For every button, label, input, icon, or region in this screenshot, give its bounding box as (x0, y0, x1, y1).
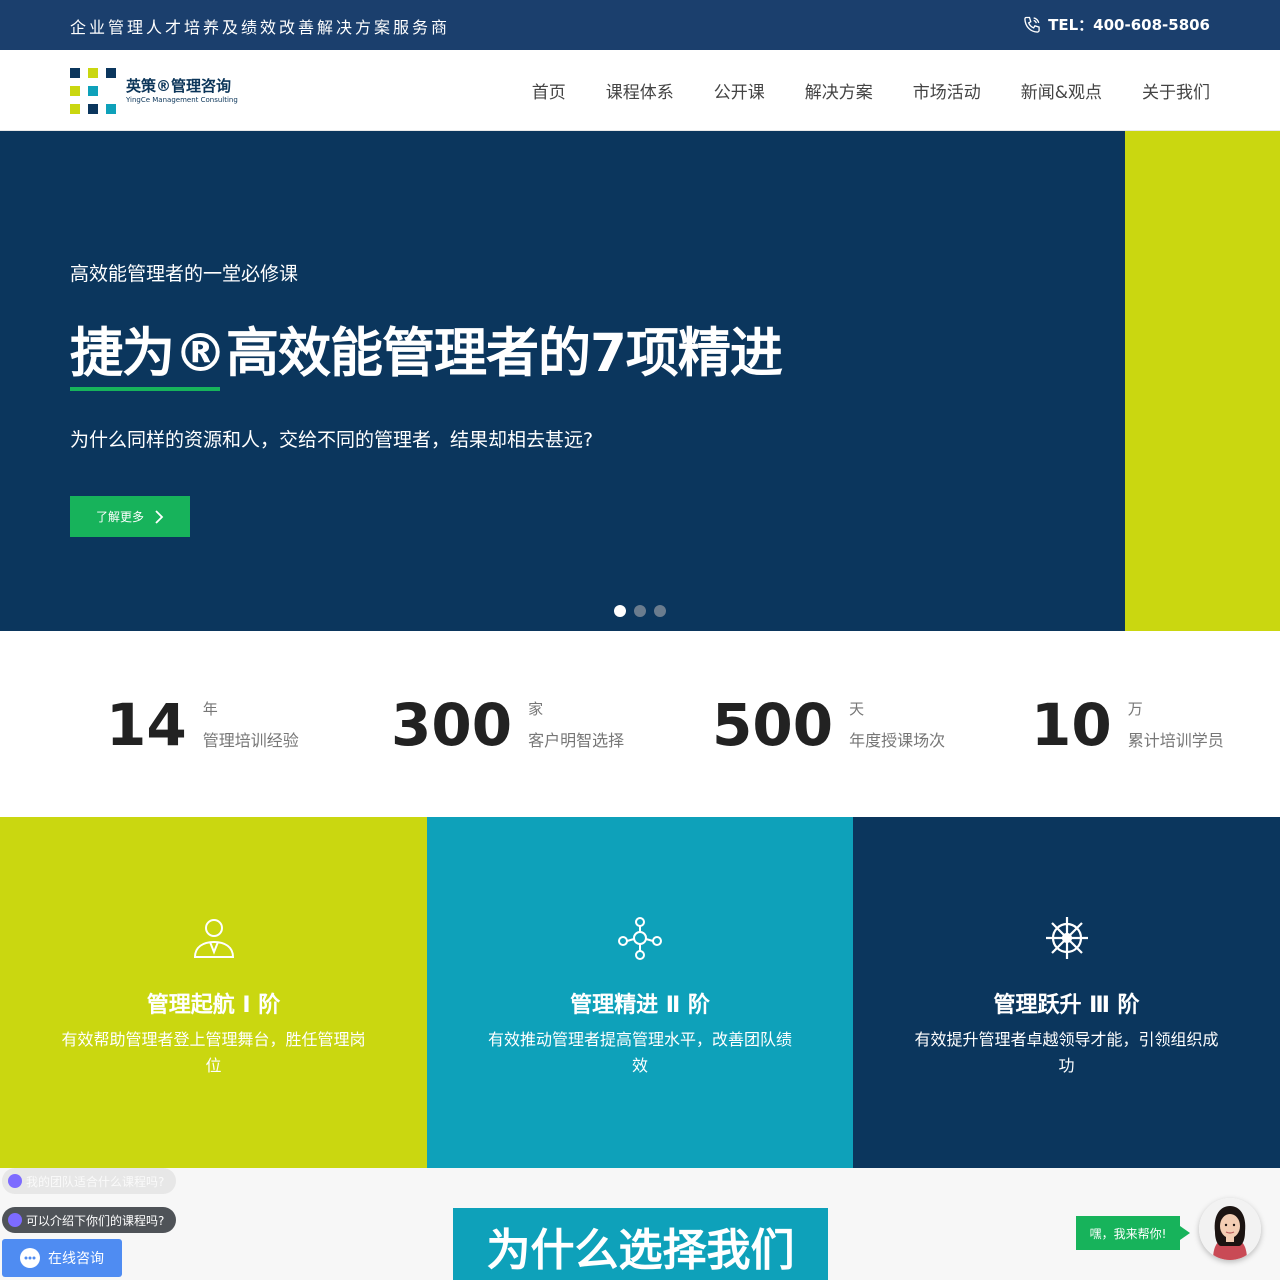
tier-card-3[interactable]: 管理跃升 Ⅲ 阶 有效提升管理者卓越领导才能，引领组织成功 (853, 817, 1280, 1168)
site-logo[interactable]: 英策®管理咨询 YingCe Management Consulting (70, 68, 250, 114)
stat-unit: 年 (202, 700, 218, 718)
stat-item: 500 天 年度授课场次 (712, 693, 945, 757)
slogan: 企业管理人才培养及绩效改善解决方案服务商 (70, 18, 451, 37)
tier-description: 有效帮助管理者登上管理舞台，胜任管理岗位 (61, 1030, 366, 1075)
team-icon (618, 917, 662, 960)
stat-number: 14 (106, 691, 187, 759)
online-consult-button[interactable]: 在线咨询 (2, 1239, 122, 1277)
tier-card-1[interactable]: 管理起航 Ⅰ 阶 有效帮助管理者登上管理舞台，胜任管理岗位 (0, 817, 427, 1168)
stat-number: 10 (1031, 691, 1112, 759)
logo-name-cn: 英策®管理咨询 (126, 77, 232, 95)
stat-unit: 家 (528, 700, 544, 718)
chat-suggestion-text: 我的团队适合什么课程吗? (26, 1174, 165, 1189)
nav-about[interactable]: 关于我们 (1142, 78, 1210, 103)
stat-unit: 天 (849, 700, 865, 718)
nav-events[interactable]: 市场活动 (913, 78, 981, 103)
assistant-avatar[interactable] (1199, 1198, 1261, 1260)
logo-mark-icon (70, 68, 116, 114)
learn-more-label: 了解更多 (95, 510, 144, 524)
nav-solutions[interactable]: 解决方案 (805, 78, 873, 103)
hero-title-underline (70, 387, 220, 391)
nav-courses[interactable]: 课程体系 (606, 78, 674, 103)
hero-kicker: 高效能管理者的一堂必修课 (70, 263, 299, 285)
chat-suggestion[interactable]: 我的团队适合什么课程吗? (2, 1168, 177, 1194)
nav-news[interactable]: 新闻&观点 (1021, 78, 1102, 103)
hero-accent-bar (1125, 131, 1280, 631)
top-bar: 企业管理人才培养及绩效改善解决方案服务商 TEL：400-608-5806 (0, 0, 1280, 50)
tier-title: 管理起航 Ⅰ 阶 (146, 993, 281, 1018)
stat-number: 300 (391, 691, 513, 759)
chat-icon (20, 1248, 40, 1268)
main-nav: 首页 课程体系 公开课 解决方案 市场活动 新闻&观点 关于我们 (532, 78, 1210, 103)
stat-number: 500 (712, 691, 834, 759)
tier-title: 管理跃升 Ⅲ 阶 (993, 993, 1140, 1018)
nav-home[interactable]: 首页 (532, 78, 566, 103)
helm-icon (1045, 917, 1088, 959)
carousel-dot[interactable] (634, 605, 646, 617)
online-consult-label: 在线咨询 (48, 1250, 104, 1266)
nav-public-courses[interactable]: 公开课 (714, 78, 765, 103)
site-header: 英策®管理咨询 YingCe Management Consulting 首页 … (0, 50, 1280, 131)
tier-description: 有效提升管理者卓越领导才能，引领组织成功 (914, 1030, 1219, 1075)
stat-label: 年度授课场次 (849, 731, 946, 750)
chevron-right-icon (155, 509, 164, 524)
chat-bubble-icon (8, 1213, 22, 1227)
stat-label: 累计培训学员 (1127, 731, 1224, 750)
phone-text: TEL：400-608-5806 (1048, 16, 1210, 34)
carousel-dot[interactable] (614, 605, 626, 617)
tier-card-2[interactable]: 管理精进 Ⅱ 阶 有效推动管理者提高管理水平，改善团队绩效 (427, 817, 853, 1168)
chat-suggestion[interactable]: 可以介绍下你们的课程吗? (2, 1207, 177, 1233)
learn-more-button[interactable]: 了解更多 (70, 496, 190, 537)
chat-suggestion-text: 可以介绍下你们的课程吗? (26, 1213, 165, 1228)
phone-icon (1024, 16, 1040, 33)
why-title: 为什么选择我们 (453, 1208, 828, 1280)
stat-label: 客户明智选择 (528, 731, 625, 750)
stat-item: 14 年 管理培训经验 (106, 693, 299, 757)
tier-title: 管理精进 Ⅱ 阶 (570, 993, 710, 1018)
manager-icon (193, 919, 234, 958)
stat-label: 管理培训经验 (202, 731, 299, 750)
assistant-portrait-icon (1199, 1198, 1261, 1260)
stats-section: 14 年 管理培训经验 300 家 客户明智选择 500 天 年度授课场次 10… (0, 631, 1280, 817)
tier-description: 有效推动管理者提高管理水平，改善团队绩效 (487, 1030, 792, 1075)
hero-description: 为什么同样的资源和人，交给不同的管理者，结果却相去甚远? (70, 429, 594, 451)
stat-item: 300 家 客户明智选择 (391, 693, 624, 757)
hero-title: 捷为®高效能管理者的7项精进 (70, 323, 783, 384)
help-bubble[interactable]: 嘿，我来帮你! (1076, 1216, 1190, 1250)
carousel-dot[interactable] (654, 605, 666, 617)
hero-banner: 高效能管理者的一堂必修课 捷为®高效能管理者的7项精进 为什么同样的资源和人，交… (0, 131, 1280, 631)
logo-name-en: YingCe Management Consulting (126, 96, 238, 104)
chat-bubble-icon (8, 1174, 22, 1188)
carousel-dots (614, 605, 666, 617)
phone-number[interactable]: TEL：400-608-5806 (1022, 14, 1210, 35)
stat-unit: 万 (1127, 700, 1143, 718)
stat-item: 10 万 累计培训学员 (1031, 693, 1224, 757)
